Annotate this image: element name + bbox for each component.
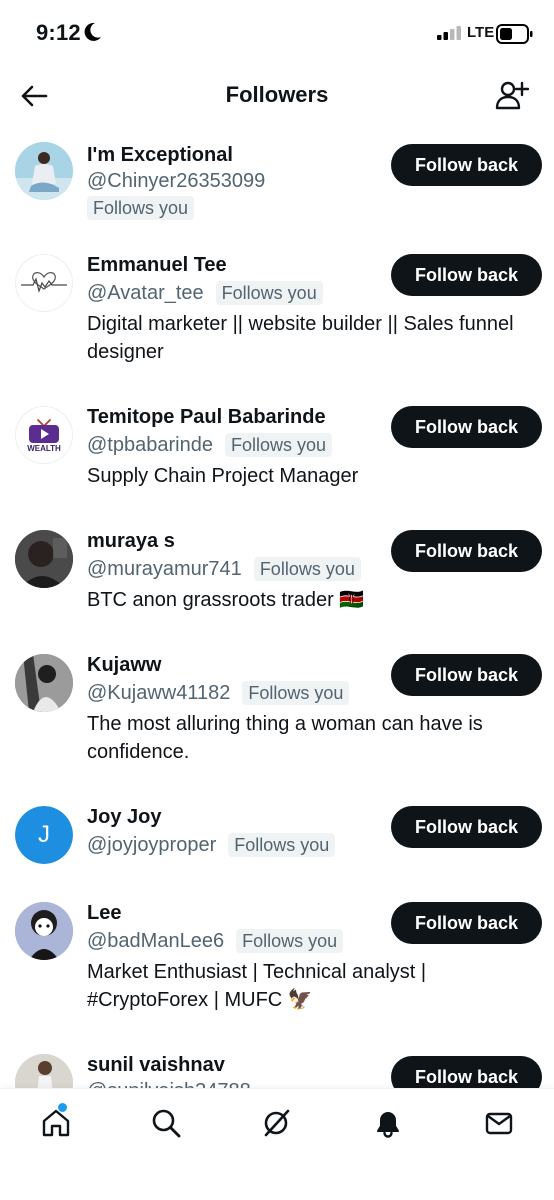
avatar[interactable] <box>15 902 73 960</box>
follows-you-badge: Follows you <box>224 433 332 457</box>
user-name[interactable]: sunil vaishnav <box>87 1052 377 1078</box>
unread-dot <box>58 1103 67 1112</box>
avatar[interactable] <box>15 654 73 712</box>
top-bar: Followers <box>0 66 554 126</box>
user-info: Kujaww @Kujaww41182 Follows you <box>87 652 377 706</box>
follow-back-button[interactable]: Follow back <box>391 1056 542 1088</box>
battery-icon <box>496 24 533 44</box>
follows-you-badge: Follows you <box>215 281 323 305</box>
user-bio: BTC anon grassroots trader 🇰🇪 <box>87 589 365 611</box>
follow-back-button[interactable]: Follow back <box>391 144 542 186</box>
user-handle[interactable]: @badManLee6 <box>87 928 224 954</box>
add-user-button[interactable] <box>490 76 534 116</box>
user-handle[interactable]: @Chinyer26353099 <box>87 168 365 194</box>
tv-logo <box>29 418 59 443</box>
user-info: muraya s @murayamur741 Follows you <box>87 528 377 582</box>
user-info: Lee @badManLee6 Follows you <box>87 900 377 954</box>
notifications-icon <box>377 1112 399 1138</box>
tab-notifications[interactable] <box>360 1101 416 1145</box>
user-handle[interactable]: @joyjoyproper <box>87 832 216 858</box>
avatar[interactable] <box>15 1054 73 1088</box>
tab-messages[interactable] <box>471 1101 527 1145</box>
home-icon <box>42 1109 70 1137</box>
avatar[interactable] <box>15 530 73 588</box>
avatar[interactable]: WEALTH <box>15 406 73 464</box>
user-name[interactable]: Joy Joy <box>87 804 377 830</box>
user-handle[interactable]: @sunilvaish34788 <box>87 1078 365 1088</box>
add-user-icon <box>495 81 529 110</box>
user-name[interactable]: muraya s <box>87 528 377 554</box>
user-handle[interactable]: @Avatar_tee <box>87 280 204 306</box>
avatar-photo <box>15 902 73 960</box>
messages-icon <box>485 1112 513 1135</box>
follows-you-badge: Follows you <box>87 196 195 220</box>
follow-back-button[interactable]: Follow back <box>391 406 542 448</box>
signal-icon <box>437 26 461 40</box>
bottom-tab-bar <box>0 1088 554 1200</box>
followers-list: I'm Exceptional @Chinyer26353099 Follows… <box>0 126 554 1088</box>
user-bio: Market Enthusiast | Technical analyst | … <box>87 961 427 1011</box>
follows-you-badge: Follows you <box>242 681 350 705</box>
avatar[interactable] <box>15 254 73 312</box>
user-name[interactable]: Kujaww <box>87 652 377 678</box>
page-title: Followers <box>225 82 329 107</box>
follow-back-button[interactable]: Follow back <box>391 254 542 296</box>
moon-icon <box>84 22 101 41</box>
user-bio: Digital marketer || website builder || S… <box>87 313 514 363</box>
avatar-wordmark: WEALTH <box>27 443 61 453</box>
status-time: 9:12 <box>36 20 81 45</box>
avatar-photo <box>15 530 73 588</box>
avatar-photo <box>15 654 73 712</box>
follows-you-badge: Follows you <box>253 557 361 581</box>
avatar[interactable] <box>15 142 73 200</box>
user-info: I'm Exceptional @Chinyer26353099 Follows… <box>87 142 377 220</box>
follows-you-badge: Follows you <box>228 833 336 857</box>
user-info: Emmanuel Tee @Avatar_tee Follows you <box>87 252 377 306</box>
tab-grok[interactable] <box>249 1101 305 1145</box>
tab-search[interactable] <box>138 1101 194 1145</box>
user-name[interactable]: Lee <box>87 900 377 926</box>
user-bio: The most alluring thing a woman can have… <box>87 713 483 763</box>
follow-back-button[interactable]: Follow back <box>391 654 542 696</box>
search-icon <box>152 1109 181 1138</box>
user-handle[interactable]: @murayamur741 <box>87 556 242 582</box>
follow-back-button[interactable]: Follow back <box>391 902 542 944</box>
avatar[interactable]: J <box>15 806 73 864</box>
user-handle[interactable]: @Kujaww41182 <box>87 680 230 706</box>
user-info: sunil vaishnav @sunilvaish34788 <box>87 1052 377 1088</box>
user-name[interactable]: Emmanuel Tee <box>87 252 377 278</box>
follow-back-button[interactable]: Follow back <box>391 530 542 572</box>
user-handle[interactable]: @tpbabarinde <box>87 432 213 458</box>
network-label: LTE <box>467 24 495 41</box>
user-info: Joy Joy @joyjoyproper Follows you <box>87 804 377 858</box>
tab-home[interactable] <box>28 1101 84 1145</box>
avatar-letter: J <box>15 806 73 864</box>
avatar-photo <box>15 1054 73 1088</box>
follows-you-badge: Follows you <box>236 929 344 953</box>
followers-screen: 9:12 LTE Followers I'm Exceptional @Chin… <box>0 0 554 1200</box>
heartbeat-logo <box>21 272 67 294</box>
status-bar: 9:12 LTE <box>0 0 554 66</box>
follow-back-button[interactable]: Follow back <box>391 806 542 848</box>
user-name[interactable]: I'm Exceptional <box>87 142 377 168</box>
user-info: Temitope Paul Babarinde @tpbabarinde Fol… <box>87 404 387 458</box>
user-name[interactable]: Temitope Paul Babarinde <box>87 404 387 430</box>
avatar-photo <box>15 142 73 200</box>
grok-icon <box>264 1109 290 1137</box>
user-bio: Supply Chain Project Manager <box>87 465 359 487</box>
